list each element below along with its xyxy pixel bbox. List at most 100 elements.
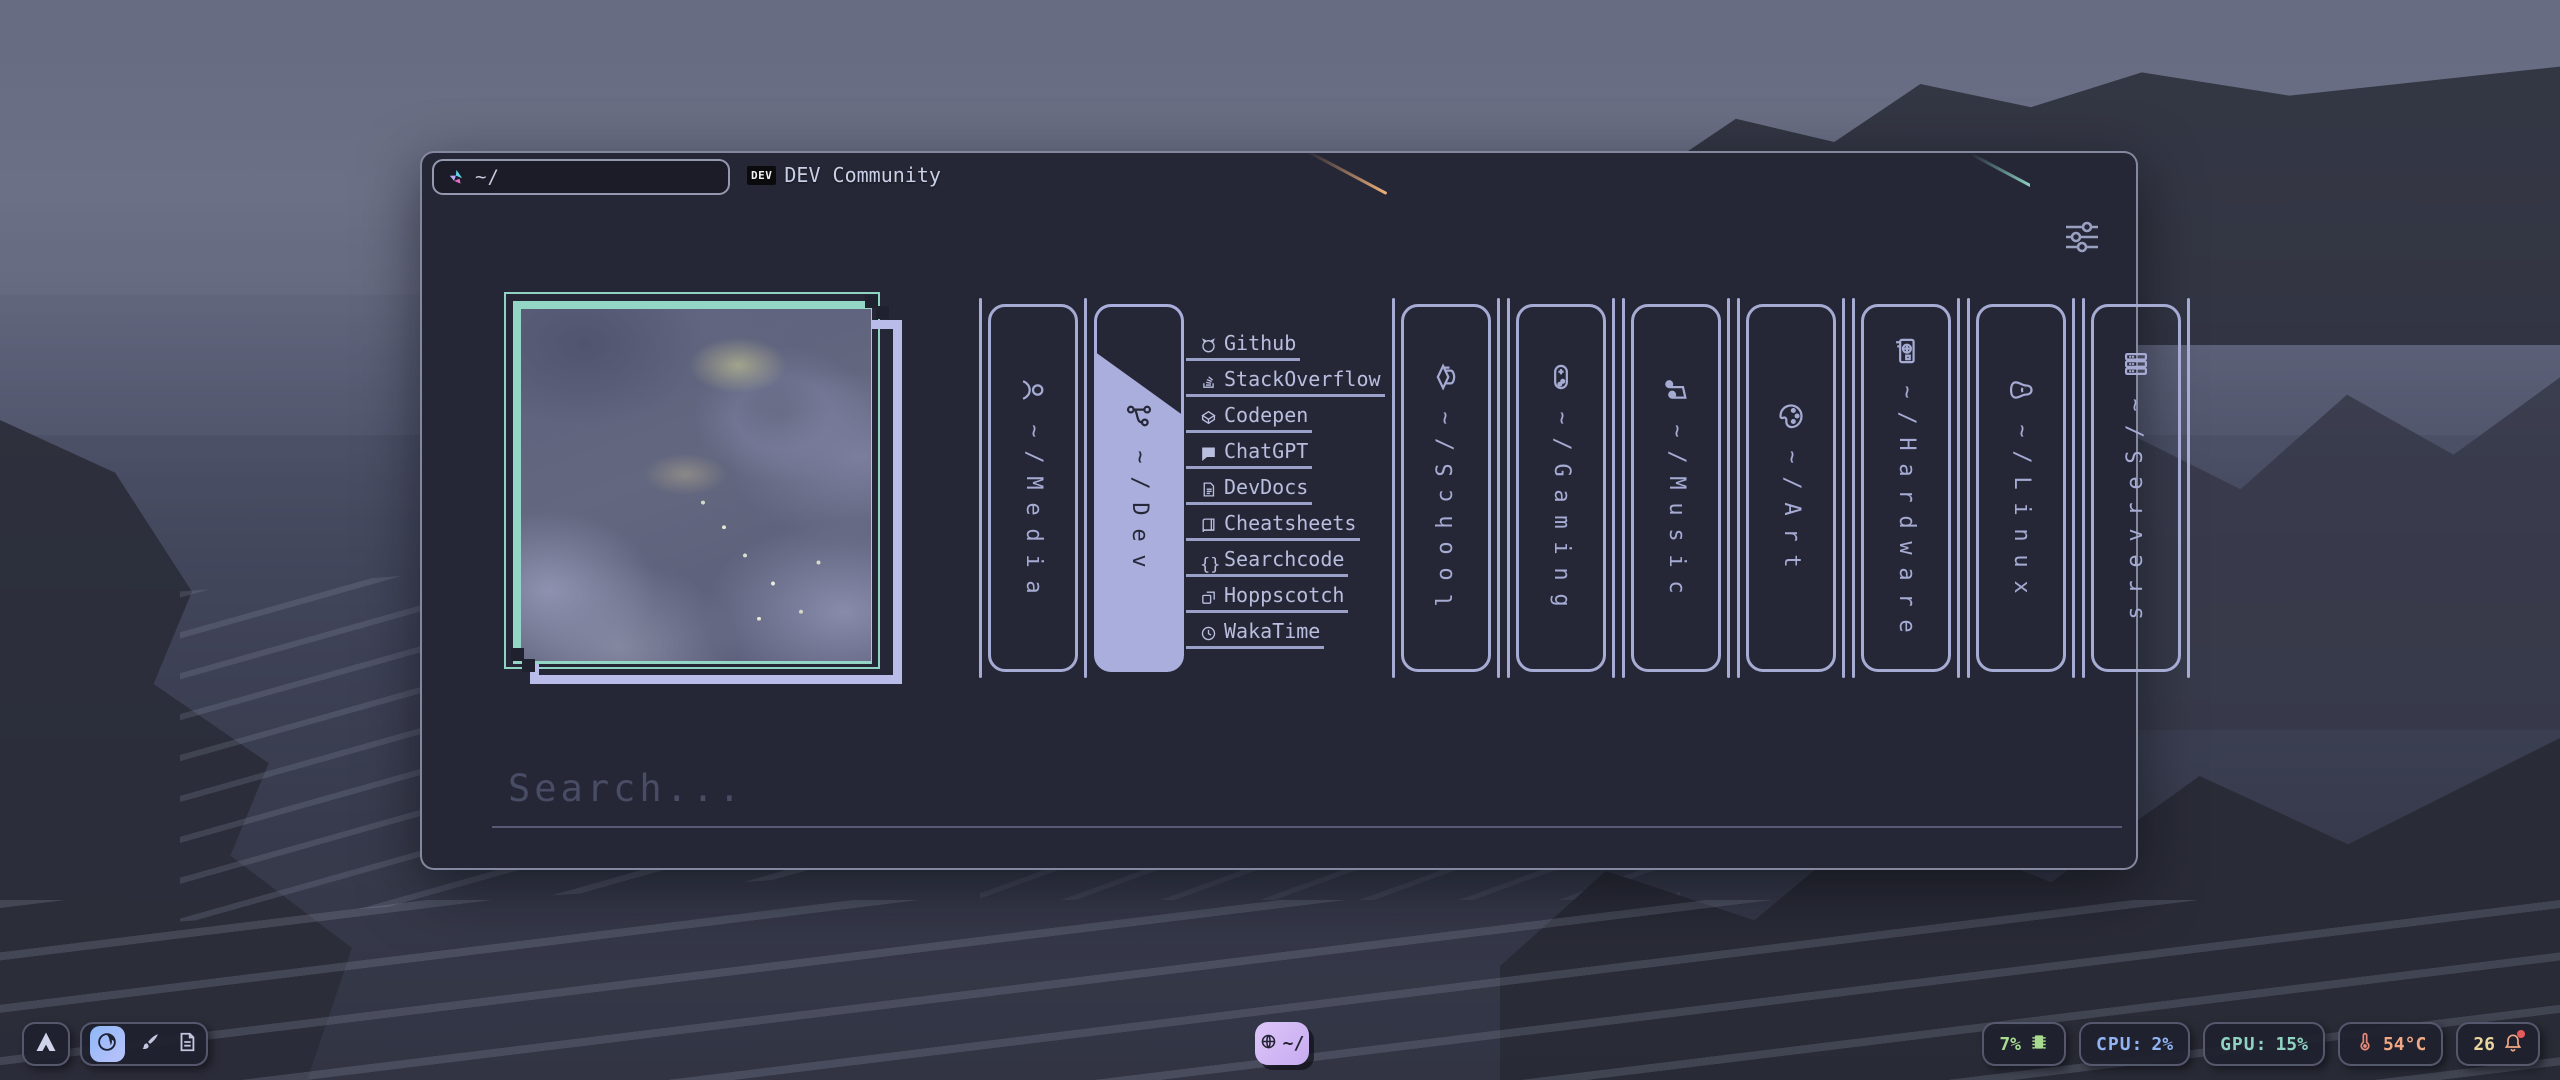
corner-accent	[876, 306, 889, 319]
book-label: ~/Servers	[2123, 392, 2149, 626]
shooting-star	[1307, 150, 1388, 195]
bookshelf: ~/Media ~/Dev Github StackOverflow Codepen Ch…	[979, 304, 2190, 672]
link-devdocs[interactable]: DevDocs	[1186, 476, 1312, 505]
link-label: Cheatsheets	[1224, 511, 1356, 535]
gpu-value: 15%	[2275, 1034, 2308, 1055]
server-rack-icon	[2122, 350, 2150, 378]
book-hardware[interactable]: ~/Hardware	[1861, 304, 1951, 672]
link-hoppscotch[interactable]: Hoppscotch	[1186, 584, 1348, 613]
music-note-icon	[1662, 376, 1690, 404]
workspace-button[interactable]: ~/	[1255, 1022, 1309, 1065]
cpu-widget: CPU: 2%	[2079, 1022, 2190, 1066]
link-label: Codepen	[1224, 403, 1308, 427]
shelf-divider	[1507, 298, 1510, 678]
book-label: ~/Media	[1020, 418, 1046, 600]
notes-app-button[interactable]	[175, 1029, 198, 1059]
stackoverflow-icon	[1200, 371, 1217, 388]
workspace-label: ~/	[1283, 1033, 1305, 1054]
book-servers[interactable]: ~/Servers	[2091, 304, 2181, 672]
browser-tab[interactable]: DEV DEV Community	[747, 163, 941, 187]
search-input[interactable]	[492, 767, 2122, 828]
firefox-button[interactable]	[90, 1026, 125, 1062]
grad-cap-icon	[1432, 363, 1460, 391]
link-github[interactable]: Github	[1186, 332, 1300, 361]
github-icon	[1200, 335, 1217, 352]
shelf-divider	[1842, 298, 1845, 678]
framed-picture	[502, 287, 922, 697]
link-label: WakaTime	[1224, 619, 1320, 643]
notifications-widget[interactable]: 26	[2456, 1022, 2540, 1066]
link-label: Hoppscotch	[1224, 583, 1344, 607]
book-gaming[interactable]: ~/Gaming	[1516, 304, 1606, 672]
shelf-divider	[1727, 298, 1730, 678]
sliders-icon[interactable]	[2060, 219, 2104, 255]
shelf-divider	[1967, 298, 1970, 678]
book-label: ~/Gaming	[1548, 405, 1574, 613]
app-launcher-button[interactable]	[22, 1022, 70, 1066]
link-label: Github	[1224, 331, 1296, 355]
book-music[interactable]: ~/Music	[1631, 304, 1721, 672]
link-stackoverflow[interactable]: StackOverflow	[1186, 368, 1385, 397]
browser-logo-icon	[446, 167, 466, 187]
braces-icon: {}	[1200, 551, 1217, 568]
taskbar-app-group	[80, 1022, 208, 1066]
git-branch-icon	[1125, 402, 1153, 430]
link-label: StackOverflow	[1224, 367, 1381, 391]
link-wakatime[interactable]: WakaTime	[1186, 620, 1324, 649]
shelf-divider	[2082, 298, 2085, 678]
link-label: Searchcode	[1224, 547, 1344, 571]
memory-widget: 7%	[1982, 1022, 2066, 1066]
codepen-icon	[1200, 407, 1217, 424]
book-label: ~/Music	[1663, 418, 1689, 600]
palette-icon	[1777, 402, 1805, 430]
cloud-painting	[521, 309, 871, 661]
hoppscotch-icon	[1200, 587, 1217, 604]
chip-icon	[2029, 1032, 2049, 1057]
search-box	[492, 767, 2122, 828]
book-school[interactable]: ~/School	[1401, 304, 1491, 672]
book-icon	[1200, 515, 1217, 532]
shelf-divider	[1084, 298, 1087, 678]
shelf-divider	[979, 298, 982, 678]
notification-dot	[2517, 1030, 2525, 1038]
book-dev[interactable]: ~/Dev	[1094, 304, 1184, 672]
globe-icon	[1260, 1033, 1277, 1055]
link-chatgpt[interactable]: ChatGPT	[1186, 440, 1312, 469]
book-art[interactable]: ~/Art	[1746, 304, 1836, 672]
person-icon	[1019, 376, 1047, 404]
bell-icon	[2503, 1032, 2523, 1057]
gpu-card-icon	[1892, 337, 1920, 365]
link-searchcode[interactable]: {} Searchcode	[1186, 548, 1348, 577]
tab-title: DEV Community	[784, 163, 941, 187]
shelf-divider	[1612, 298, 1615, 678]
link-label: ChatGPT	[1224, 439, 1308, 463]
shelf-divider	[1622, 298, 1625, 678]
book-label: ~/Hardware	[1893, 379, 1919, 639]
thermometer-icon	[2355, 1032, 2375, 1057]
shelf-divider	[1497, 298, 1500, 678]
shelf-divider	[2072, 298, 2075, 678]
book-linux[interactable]: ~/Linux	[1976, 304, 2066, 672]
gpu-widget: GPU: 15%	[2203, 1022, 2325, 1066]
link-cheatsheets[interactable]: Cheatsheets	[1186, 512, 1360, 541]
shelf-divider	[2187, 298, 2190, 678]
book-label: ~/Art	[1778, 444, 1804, 574]
shelf-divider	[1957, 298, 1960, 678]
book-media[interactable]: ~/Media	[988, 304, 1078, 672]
shelf-divider	[1852, 298, 1855, 678]
book-label: ~/School	[1433, 405, 1459, 613]
temperature-value: 54°C	[2383, 1034, 2426, 1055]
browser-window: ~/ DEV DEV Community ~/Media ~/Dev Github S…	[420, 151, 2138, 870]
link-label: DevDocs	[1224, 475, 1308, 499]
cpu-label: CPU:	[2096, 1034, 2143, 1055]
taskbar-center: ~/	[1255, 1022, 1309, 1065]
link-codepen[interactable]: Codepen	[1186, 404, 1312, 433]
url-bar[interactable]: ~/	[432, 159, 730, 195]
dev-favicon: DEV	[747, 166, 776, 185]
gamepad-icon	[1547, 363, 1575, 391]
paint-app-button[interactable]	[139, 1029, 162, 1059]
cpu-value: 2%	[2151, 1034, 2173, 1055]
firefox-icon	[96, 1031, 118, 1057]
memory-value: 7%	[1999, 1034, 2021, 1055]
dev-links: Github StackOverflow Codepen ChatGPT DevDocs…	[1186, 332, 1385, 656]
